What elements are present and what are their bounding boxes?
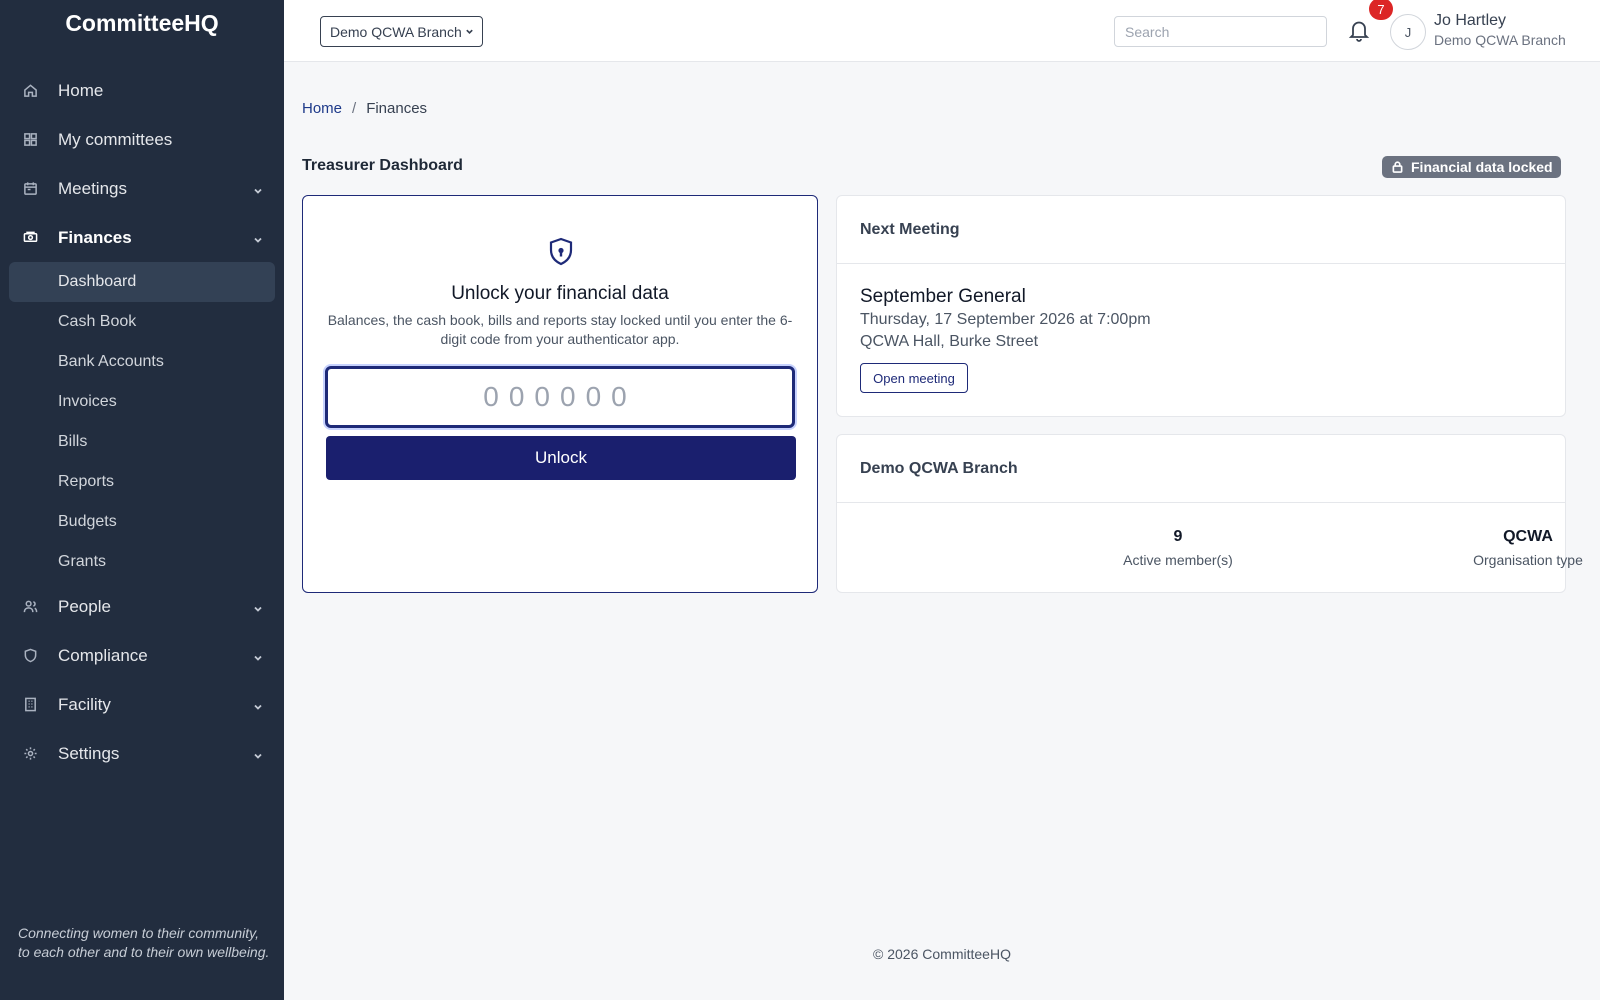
authenticator-code-input[interactable] — [325, 366, 795, 428]
topbar: Demo QCWA Branch 7 J Jo Hartley Demo QCW… — [284, 0, 1600, 62]
organisation-type-stat: QCWA Organisation type — [1378, 528, 1600, 568]
sidebar-item-meetings[interactable]: Meetings — [0, 164, 284, 213]
next-meeting-heading: Next Meeting — [837, 196, 1565, 264]
building-icon — [22, 697, 38, 713]
people-icon — [22, 599, 38, 615]
branch-heading: Demo QCWA Branch — [837, 435, 1565, 503]
chevron-down-icon[interactable] — [252, 182, 264, 194]
sidebar-item-settings[interactable]: Settings — [0, 729, 284, 778]
shield-icon — [22, 648, 38, 664]
sidebar-item-label: Compliance — [58, 645, 148, 665]
sidebar-item-finances[interactable]: Finances — [0, 213, 284, 262]
org-select[interactable]: Demo QCWA Branch — [320, 16, 483, 47]
branch-card: Demo QCWA Branch 9 Active member(s) QCWA… — [836, 434, 1583, 593]
notification-count-badge[interactable]: 7 — [1369, 0, 1393, 20]
sidebar-item-compliance[interactable]: Compliance — [0, 631, 284, 680]
chevron-down-icon[interactable] — [252, 231, 264, 243]
organisation-type-value: QCWA — [1503, 528, 1553, 545]
sidebar-item-label: Meetings — [58, 178, 127, 198]
meeting-location: QCWA Hall, Burke Street — [860, 333, 1039, 350]
avatar[interactable]: J — [1390, 14, 1426, 50]
lock-status-text: Financial data locked — [1411, 159, 1553, 175]
chevron-down-icon — [465, 27, 474, 36]
sidebar-item-label: My committees — [58, 129, 173, 149]
sidebar-item-facility[interactable]: Facility — [0, 680, 284, 729]
sidebar-item-label: Home — [58, 80, 104, 100]
chevron-down-icon[interactable] — [252, 649, 264, 661]
unlock-button[interactable]: Unlock — [326, 436, 796, 480]
sidebar-item-label: Finances — [58, 227, 132, 247]
org-select-value: Demo QCWA Branch — [330, 23, 462, 40]
sidebar-subitem-invoices[interactable]: Invoices — [9, 382, 275, 422]
user-name[interactable]: Jo Hartley — [1434, 12, 1506, 30]
sidebar-item-label: Facility — [58, 694, 111, 714]
meeting-date: Thursday, 17 September 2026 at 7:00pm — [860, 311, 1151, 328]
sidebar-subitem-reports[interactable]: Reports — [9, 462, 275, 502]
financial-lock-badge: Financial data locked — [1382, 156, 1561, 178]
chevron-down-icon[interactable] — [252, 747, 264, 759]
breadcrumb-current: Finances — [366, 100, 428, 117]
page-title: Treasurer Dashboard — [302, 157, 463, 174]
next-meeting-card: Next Meeting September General Thursday,… — [836, 195, 1566, 417]
sidebar-subitem-bills[interactable]: Bills — [9, 422, 275, 462]
sidebar-nav: Home My committees Meetings Finances Das… — [0, 66, 284, 778]
chevron-down-icon[interactable] — [252, 600, 264, 612]
organisation-type-label: Organisation type — [1473, 552, 1583, 568]
bell-icon[interactable] — [1348, 18, 1372, 44]
sidebar-subitem-budgets[interactable]: Budgets — [9, 502, 275, 542]
sidebar-tagline: Connecting women to their community, to … — [18, 925, 270, 960]
user-org: Demo QCWA Branch — [1434, 32, 1566, 48]
sidebar-item-my-committees[interactable]: My committees — [0, 115, 284, 164]
sidebar-subitem-cash-book[interactable]: Cash Book — [9, 302, 275, 342]
brand-logo[interactable]: CommitteeHQ — [0, 10, 284, 37]
sidebar: CommitteeHQ Home My committees Meetings … — [0, 0, 284, 1000]
active-members-stat: 9 Active member(s) — [1028, 528, 1328, 568]
lock-icon — [1392, 161, 1403, 173]
gear-icon — [22, 746, 38, 762]
sidebar-item-label: People — [58, 596, 111, 616]
breadcrumb: Home / Finances — [302, 100, 427, 117]
sidebar-subitem-grants[interactable]: Grants — [9, 542, 275, 582]
sidebar-item-people[interactable]: People — [0, 582, 284, 631]
breadcrumb-separator: / — [352, 100, 357, 117]
home-icon — [22, 83, 38, 99]
active-members-label: Active member(s) — [1123, 552, 1233, 568]
grid-icon — [22, 132, 38, 148]
money-icon — [22, 230, 38, 246]
sidebar-item-home[interactable]: Home — [0, 66, 284, 115]
breadcrumb-home-link[interactable]: Home — [302, 100, 342, 117]
active-members-value: 9 — [1173, 528, 1183, 545]
unlock-title: Unlock your financial data — [451, 283, 669, 304]
unlock-card: Unlock your financial data Balances, the… — [302, 195, 818, 593]
finances-submenu: Dashboard Cash Book Bank Accounts Invoic… — [0, 262, 284, 582]
sidebar-item-label: Settings — [58, 743, 120, 763]
search-input[interactable] — [1114, 16, 1327, 47]
open-meeting-button[interactable]: Open meeting — [860, 363, 968, 393]
unlock-description: Balances, the cash book, bills and repor… — [327, 312, 793, 347]
chevron-down-icon[interactable] — [252, 698, 264, 710]
shield-lock-icon — [545, 236, 577, 268]
sidebar-subitem-bank-accounts[interactable]: Bank Accounts — [9, 342, 275, 382]
calendar-icon — [22, 181, 38, 197]
sidebar-subitem-dashboard[interactable]: Dashboard — [9, 262, 275, 302]
meeting-name: September General — [860, 286, 1026, 307]
footer-copyright: © 2026 CommitteeHQ — [873, 946, 1011, 962]
